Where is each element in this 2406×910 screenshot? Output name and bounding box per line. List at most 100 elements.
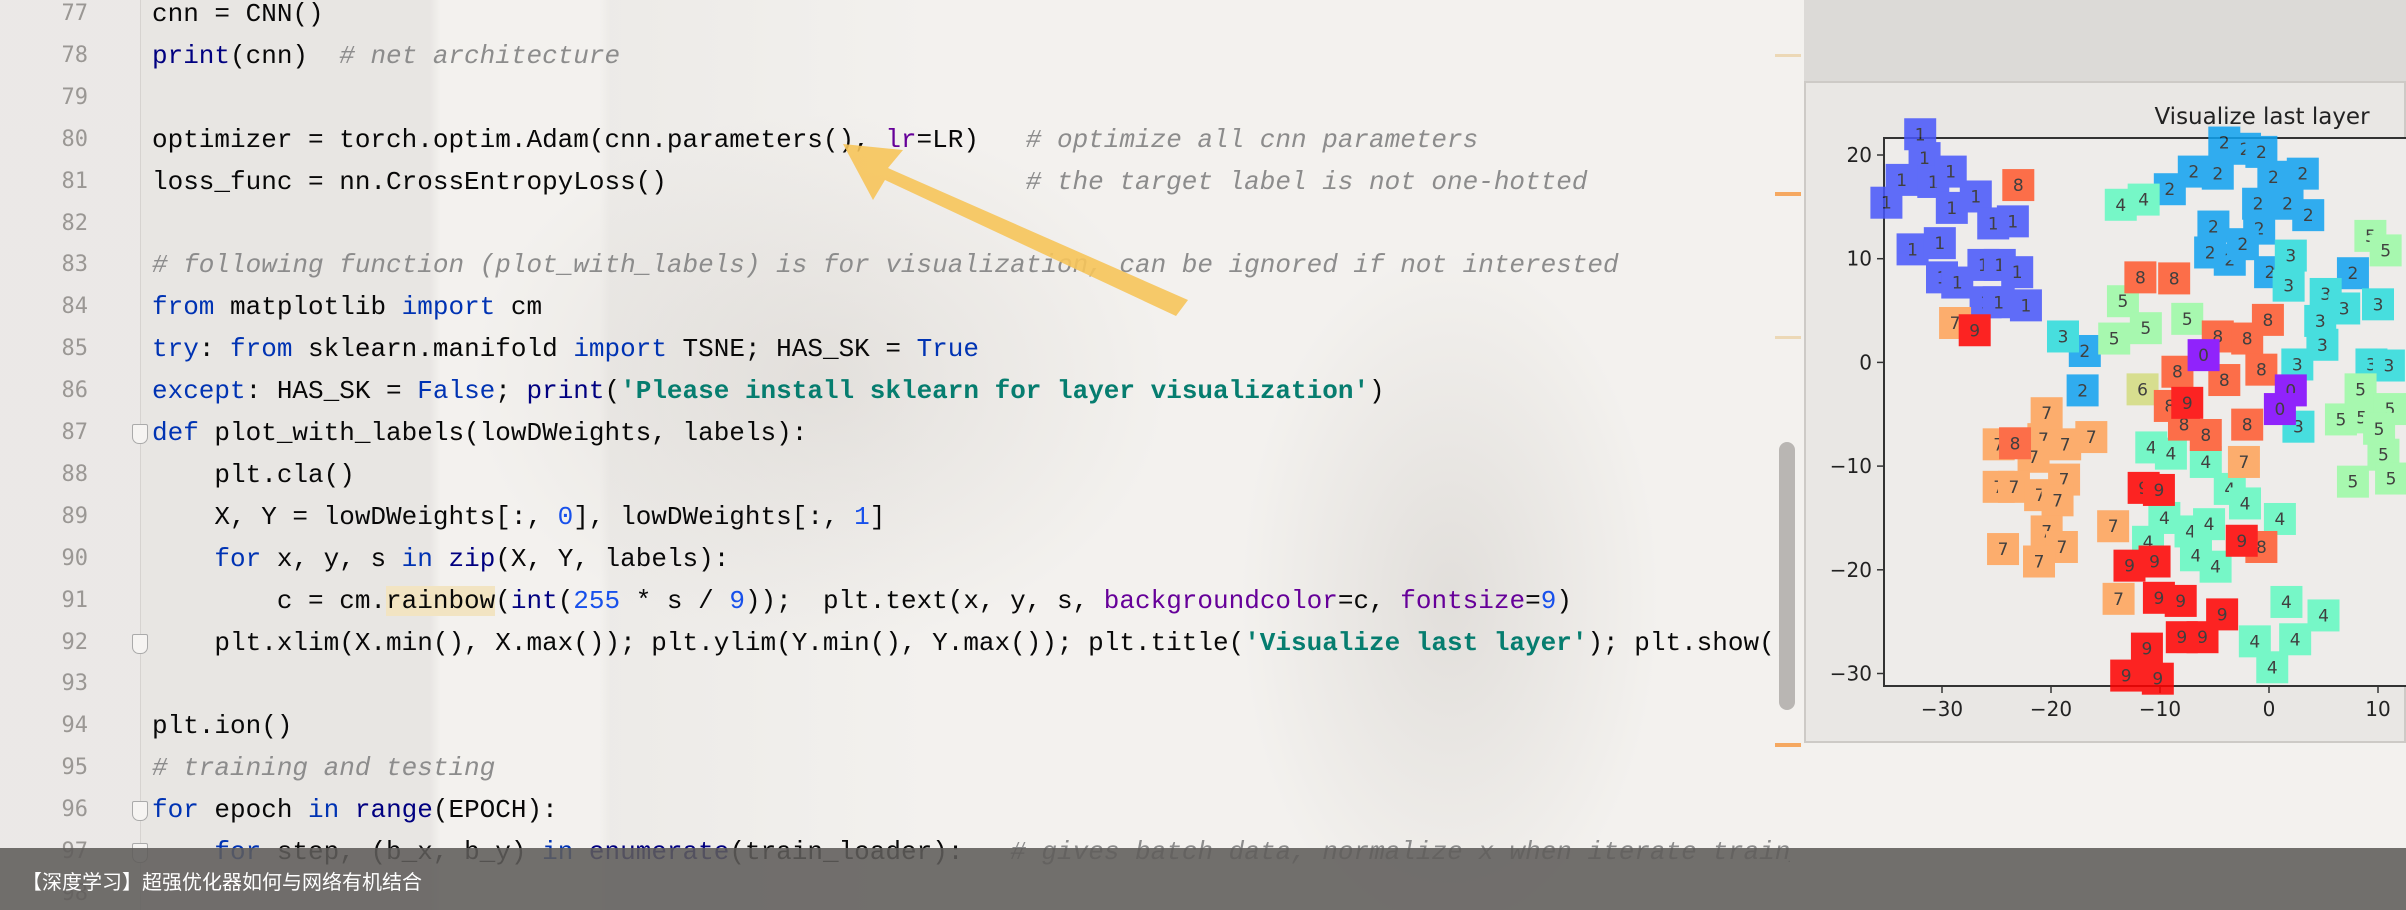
point-label: 2 bbox=[2164, 180, 2175, 200]
tsne-plot: Visualize last layer−30 −20 −10 0 1020100−10… bbox=[1830, 104, 2406, 721]
point-label: 1 bbox=[1881, 194, 1892, 214]
point-label: 3 bbox=[2058, 327, 2069, 347]
point-label: 2 bbox=[2268, 168, 2279, 188]
point-label: 9 bbox=[2153, 589, 2164, 609]
point-label: 1 bbox=[2012, 263, 2023, 283]
point-label: 4 bbox=[2165, 445, 2176, 465]
point-label: 2 bbox=[2256, 143, 2267, 163]
point-label: 9 bbox=[2197, 628, 2208, 648]
point-label: 8 bbox=[2135, 268, 2146, 288]
point-label: 7 bbox=[2113, 590, 2124, 610]
point-label: 8 bbox=[2256, 361, 2267, 381]
point-label: 2 bbox=[2188, 163, 2199, 183]
point-label: 5 bbox=[2109, 330, 2120, 350]
point-label: 5 bbox=[2380, 241, 2391, 261]
point-label: 5 bbox=[2182, 310, 2193, 330]
point-label: 9 bbox=[2152, 670, 2163, 690]
plot-title: Visualize last layer bbox=[2154, 104, 2370, 130]
point-label: 9 bbox=[2149, 553, 2160, 573]
y-tick-label: 10 bbox=[1847, 247, 1872, 271]
point-label: 7 bbox=[2086, 428, 2097, 448]
point-label: 2 bbox=[2237, 235, 2248, 255]
point-label: 1 bbox=[1993, 293, 2004, 313]
point-label: 3 bbox=[2317, 336, 2328, 356]
caption-text: 【深度学习】超强优化器如何与网络有机结合 bbox=[22, 870, 422, 894]
point-label: 4 bbox=[2240, 494, 2251, 514]
y-tick-label: 0 bbox=[1859, 350, 1872, 374]
y-tick-label: −20 bbox=[1830, 558, 1872, 582]
point-label: 2 bbox=[2348, 264, 2359, 284]
point-label: 7 bbox=[2034, 553, 2045, 573]
point-label: 1 bbox=[1970, 187, 1981, 207]
point-label: 5 bbox=[2386, 470, 2397, 490]
point-label: 4 bbox=[2274, 510, 2285, 530]
point-label: 0 bbox=[2198, 346, 2209, 366]
point-label: 7 bbox=[2052, 491, 2063, 511]
point-label: 6 bbox=[2137, 380, 2148, 400]
point-label: 4 bbox=[2204, 515, 2215, 535]
point-label: 7 bbox=[2239, 453, 2250, 473]
point-label: 1 bbox=[1945, 163, 1956, 183]
point-label: 4 bbox=[2138, 191, 2149, 211]
point-label: 3 bbox=[2373, 295, 2384, 315]
point-label: 8 bbox=[2172, 363, 2183, 383]
point-label: 9 bbox=[2182, 394, 2193, 414]
point-label: 2 bbox=[2212, 165, 2223, 185]
point-label: 1 bbox=[1952, 274, 1963, 294]
x-tick-label: −20 bbox=[2030, 697, 2072, 721]
point-label: 5 bbox=[2355, 380, 2366, 400]
point-label: 8 bbox=[2219, 371, 2230, 391]
point-label: 9 bbox=[2124, 557, 2135, 577]
point-label: 5 bbox=[2140, 319, 2151, 339]
point-label: 1 bbox=[1946, 199, 1957, 219]
point-label: 8 bbox=[2169, 269, 2180, 289]
point-label: 2 bbox=[2253, 195, 2264, 215]
x-tick-label: 10 bbox=[2365, 697, 2390, 721]
x-tick-label: −10 bbox=[2139, 697, 2181, 721]
point-label: 5 bbox=[2348, 473, 2359, 493]
point-label: 8 bbox=[2200, 426, 2211, 446]
point-label: 7 bbox=[2041, 404, 2052, 424]
point-label: 1 bbox=[2007, 212, 2018, 232]
point-label: 9 bbox=[2121, 667, 2132, 687]
point-label: 3 bbox=[2339, 299, 2350, 319]
point-label: 4 bbox=[2318, 606, 2329, 626]
video-caption-bar: 【深度学习】超强优化器如何与网络有机结合 bbox=[0, 848, 2406, 910]
point-label: 1 bbox=[1907, 240, 1918, 260]
x-tick-label: 0 bbox=[2263, 697, 2276, 721]
point-label: 4 bbox=[2115, 196, 2126, 216]
point-label: 2 bbox=[2079, 342, 2090, 362]
point-label: 5 bbox=[2336, 410, 2347, 430]
point-label: 4 bbox=[2267, 658, 2278, 678]
x-tick-label: −30 bbox=[1921, 697, 1963, 721]
point-label: 3 bbox=[2383, 357, 2394, 377]
point-label: 7 bbox=[2108, 517, 2119, 537]
point-label: 7 bbox=[2009, 478, 2020, 498]
point-label: 8 bbox=[2242, 416, 2253, 436]
y-tick-label: −30 bbox=[1830, 662, 1872, 686]
point-label: 8 bbox=[2010, 434, 2021, 454]
point-label: 7 bbox=[2060, 435, 2071, 455]
point-label: 2 bbox=[2282, 195, 2293, 215]
point-label: 3 bbox=[2292, 355, 2303, 375]
point-label: 3 bbox=[2283, 277, 2294, 297]
point-label: 9 bbox=[1969, 321, 1980, 341]
point-label: 9 bbox=[2153, 481, 2164, 501]
y-tick-label: 20 bbox=[1847, 143, 1872, 167]
point-label: 9 bbox=[2176, 628, 2187, 648]
point-label: 2 bbox=[2297, 165, 2308, 185]
point-label: 2 bbox=[2208, 218, 2219, 238]
point-label: 8 bbox=[2242, 330, 2253, 350]
point-label: 2 bbox=[2077, 381, 2088, 401]
point-label: 7 bbox=[2056, 538, 2067, 558]
point-label: 4 bbox=[2200, 453, 2211, 473]
point-label: 9 bbox=[2175, 592, 2186, 612]
point-label: 2 bbox=[2303, 206, 2314, 226]
point-label: 1 bbox=[2021, 296, 2032, 316]
point-label: 5 bbox=[2374, 420, 2385, 440]
point-label: 0 bbox=[2274, 400, 2285, 420]
point-label: 4 bbox=[2281, 593, 2292, 613]
point-label: 4 bbox=[2249, 632, 2260, 652]
point-label: 9 bbox=[2236, 532, 2247, 552]
point-label: 2 bbox=[2219, 134, 2230, 154]
